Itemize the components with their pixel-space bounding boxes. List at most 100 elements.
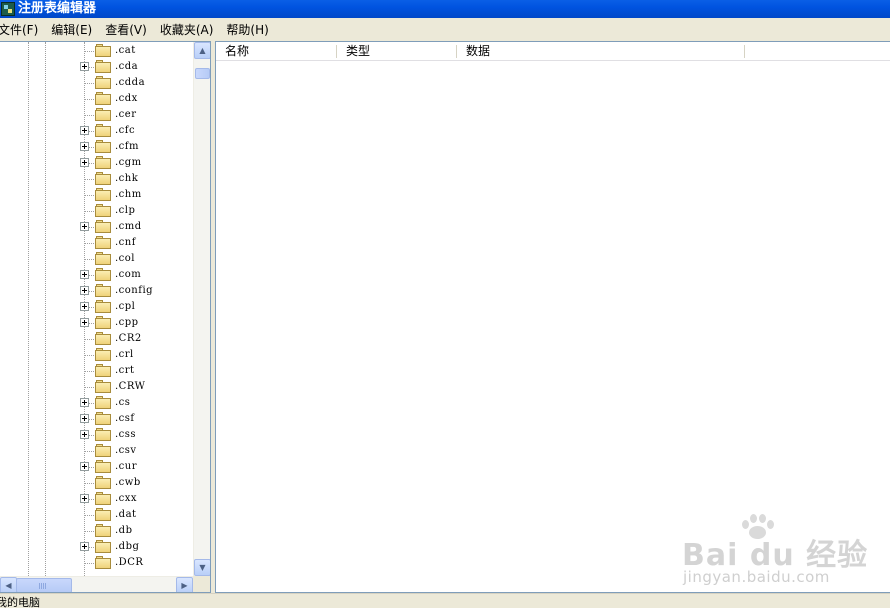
tree-item[interactable]: .dbg — [0, 539, 193, 555]
tree-item-label: .col — [115, 253, 135, 264]
tree-item[interactable]: .chk — [0, 171, 193, 187]
tree-item[interactable]: .dat — [0, 507, 193, 523]
tree-connector-line — [84, 515, 94, 516]
tree-item[interactable]: .crt — [0, 363, 193, 379]
watermark-url: jingyan.baidu.com — [683, 568, 830, 586]
tree-item[interactable]: .clp — [0, 203, 193, 219]
expand-plus-icon[interactable] — [80, 462, 89, 471]
tree-item[interactable]: .cat — [0, 43, 193, 59]
expand-plus-icon[interactable] — [80, 398, 89, 407]
column-header-name[interactable]: 名称 — [216, 42, 337, 61]
folder-icon — [95, 140, 112, 154]
tree-item[interactable]: .cwb — [0, 475, 193, 491]
expand-plus-icon[interactable] — [80, 222, 89, 231]
tree-item[interactable]: .db — [0, 523, 193, 539]
menu-edit[interactable]: 编辑(E) — [51, 20, 92, 40]
folder-icon — [95, 316, 112, 330]
tree-item[interactable]: .cdx — [0, 91, 193, 107]
menu-view[interactable]: 查看(V) — [105, 20, 147, 40]
tree-item[interactable]: .cs — [0, 395, 193, 411]
tree-item-label: .cpl — [115, 301, 136, 312]
menu-help[interactable]: 帮助(H) — [226, 20, 268, 40]
tree-item[interactable]: .cmd — [0, 219, 193, 235]
folder-icon — [95, 76, 112, 90]
menu-favorites[interactable]: 收藏夹(A) — [160, 20, 214, 40]
expand-plus-icon[interactable] — [80, 542, 89, 551]
tree-item[interactable]: .cdda — [0, 75, 193, 91]
tree-item-label: .CR2 — [115, 333, 142, 344]
tree-item[interactable]: .DCR — [0, 555, 193, 571]
tree-item-label: .dat — [115, 509, 137, 520]
tree-item-label: .cer — [115, 109, 137, 120]
expand-plus-icon[interactable] — [80, 430, 89, 439]
folder-icon — [95, 556, 112, 570]
registry-values-pane[interactable]: 名称 类型 数据 — [215, 41, 890, 593]
tree-item-label: .cxx — [115, 493, 138, 504]
expand-plus-icon[interactable] — [80, 494, 89, 503]
tree-item-label: .crt — [115, 365, 135, 376]
tree-item[interactable]: .cfc — [0, 123, 193, 139]
tree-item[interactable]: .cur — [0, 459, 193, 475]
folder-icon — [95, 220, 112, 234]
tree-item[interactable]: .cpl — [0, 299, 193, 315]
expand-plus-icon[interactable] — [80, 302, 89, 311]
tree-item-label: .csf — [115, 413, 135, 424]
tree-item-label: .cs — [115, 397, 131, 408]
tree-item-label: .cpp — [115, 317, 139, 328]
tree-item[interactable]: .crl — [0, 347, 193, 363]
scroll-up-button[interactable]: ▲ — [194, 42, 210, 59]
tree-vertical-scrollbar[interactable]: ▲ ▼ — [193, 42, 210, 576]
tree-item[interactable]: .cda — [0, 59, 193, 75]
tree-item[interactable]: .com — [0, 267, 193, 283]
tree-item[interactable]: .csv — [0, 443, 193, 459]
tree-item[interactable]: .chm — [0, 187, 193, 203]
expand-plus-icon[interactable] — [80, 286, 89, 295]
scroll-right-button[interactable]: ▶ — [176, 577, 193, 592]
folder-icon — [95, 236, 112, 250]
tree-item-label: .cda — [115, 61, 139, 72]
tree-connector-line — [84, 195, 94, 196]
tree-item[interactable]: .col — [0, 251, 193, 267]
tree-item[interactable]: .csf — [0, 411, 193, 427]
menu-file[interactable]: 文件(F) — [0, 20, 38, 40]
expand-plus-icon[interactable] — [80, 414, 89, 423]
expand-plus-icon[interactable] — [80, 270, 89, 279]
expand-plus-icon[interactable] — [80, 142, 89, 151]
baidu-watermark: Bai du 经验 jingyan.baidu.com — [680, 512, 867, 588]
tree-connector-line — [84, 483, 94, 484]
scroll-left-button[interactable]: ◀ — [0, 577, 17, 592]
tree-horizontal-scrollbar[interactable]: ◀ ▶ — [0, 576, 193, 592]
folder-icon — [95, 396, 112, 410]
folder-icon — [95, 204, 112, 218]
column-header-type[interactable]: 类型 — [337, 42, 457, 61]
tree-item-label: .cnf — [115, 237, 136, 248]
folder-icon — [95, 428, 112, 442]
window-title: 注册表编辑器 — [18, 1, 97, 16]
expand-plus-icon[interactable] — [80, 126, 89, 135]
expand-plus-icon[interactable] — [80, 318, 89, 327]
list-header: 名称 类型 数据 — [216, 42, 890, 61]
registry-tree-pane: .cat .cda .cdda .cdx .cer .cfc .cfm .cgm .chk .ch… — [0, 41, 211, 593]
expand-plus-icon[interactable] — [80, 62, 89, 71]
tree-connector-line — [84, 563, 94, 564]
tree-item[interactable]: .css — [0, 427, 193, 443]
tree-item[interactable]: .cxx — [0, 491, 193, 507]
column-header-data[interactable]: 数据 — [457, 42, 745, 61]
expand-plus-icon[interactable] — [80, 158, 89, 167]
tree-item[interactable]: .cer — [0, 107, 193, 123]
title-bar[interactable]: 注册表编辑器 — [0, 0, 890, 18]
vertical-scroll-thumb[interactable] — [195, 68, 210, 79]
tree-item-label: .config — [115, 285, 154, 296]
tree-item-label: .clp — [115, 205, 136, 216]
scroll-down-button[interactable]: ▼ — [194, 559, 210, 576]
folder-icon — [95, 156, 112, 170]
tree-item[interactable]: .CR2 — [0, 331, 193, 347]
tree-item[interactable]: .cpp — [0, 315, 193, 331]
tree-item[interactable]: .cgm — [0, 155, 193, 171]
tree-item[interactable]: .CRW — [0, 379, 193, 395]
tree-connector-line — [84, 355, 94, 356]
horizontal-scroll-thumb[interactable] — [16, 578, 72, 592]
tree-item[interactable]: .cfm — [0, 139, 193, 155]
tree-item[interactable]: .cnf — [0, 235, 193, 251]
tree-item[interactable]: .config — [0, 283, 193, 299]
